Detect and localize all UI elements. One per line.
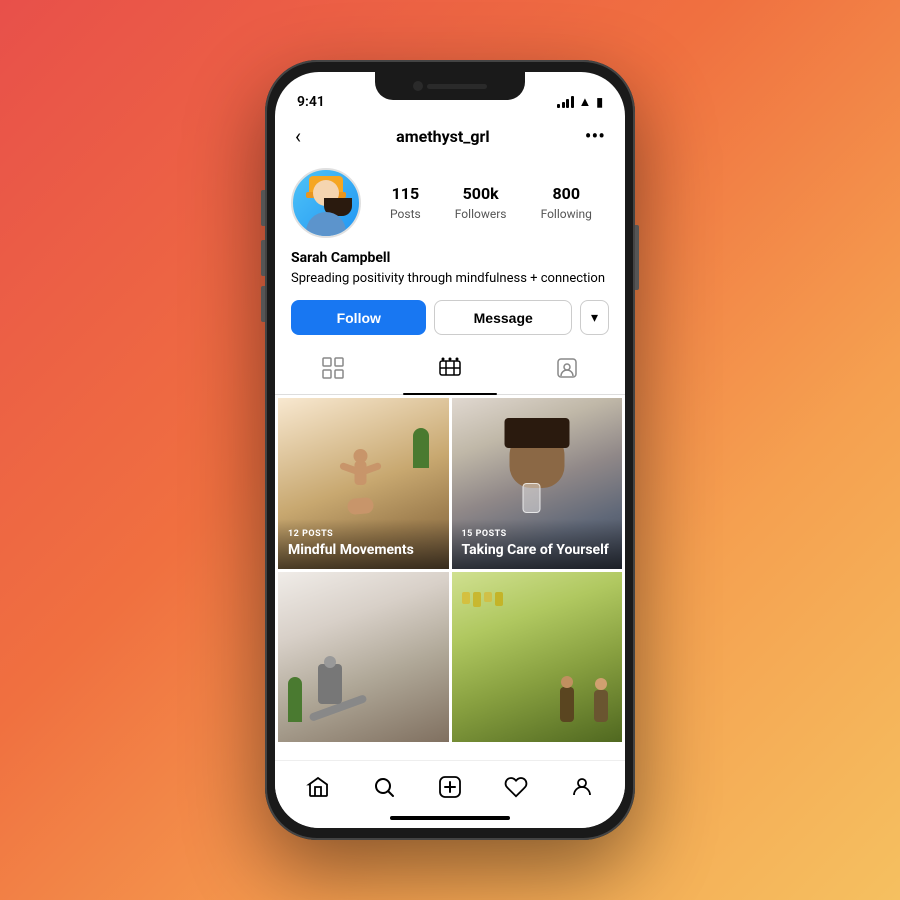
content-grid: 12 POSTS Mindful Movements 15	[275, 395, 625, 745]
profile-bio: Spreading positivity through mindfulness…	[291, 270, 609, 288]
dropdown-button[interactable]: ▾	[580, 300, 609, 335]
grid-item-mindful-movements[interactable]: 12 POSTS Mindful Movements	[278, 398, 449, 569]
tab-reels[interactable]	[392, 347, 509, 394]
stat-posts-number: 115	[390, 184, 421, 203]
stat-posts-label: Posts	[390, 207, 421, 221]
phone-shell: 9:41 ▲ ▮ ‹ amethyst_grl •••	[265, 60, 635, 840]
stretch-bg	[278, 572, 449, 743]
likes-nav-icon[interactable]	[498, 769, 534, 811]
profile-stats: 115 Posts 500k Followers 800 Following	[373, 184, 609, 222]
room-figure	[298, 662, 418, 712]
top-nav: ‹ amethyst_grl •••	[275, 116, 625, 160]
back-button[interactable]: ‹	[291, 120, 305, 152]
tagged-tab-icon	[556, 357, 578, 384]
avatar-image	[301, 176, 351, 236]
content-area: 12 POSTS Mindful Movements 15	[275, 395, 625, 760]
yoga-figure	[336, 449, 386, 514]
grid-item-stretch[interactable]	[278, 572, 449, 743]
profile-nav-icon[interactable]	[564, 769, 600, 811]
home-indicator	[390, 816, 510, 820]
people-figure	[552, 657, 612, 722]
phone-screen: 9:41 ▲ ▮ ‹ amethyst_grl •••	[275, 72, 625, 828]
profile-header: 115 Posts 500k Followers 800 Following S…	[275, 160, 625, 347]
reels-tab-icon	[439, 357, 461, 384]
tab-tagged[interactable]	[508, 347, 625, 394]
profile-name: Sarah Campbell	[291, 250, 609, 266]
wifi-icon: ▲	[579, 94, 592, 110]
mindful-count: 12 POSTS	[288, 529, 439, 539]
phone-notch	[375, 72, 525, 100]
stat-following[interactable]: 800 Following	[541, 184, 592, 222]
mindful-title: Mindful Movements	[288, 542, 414, 558]
stat-posts[interactable]: 115 Posts	[390, 184, 421, 222]
taking-care-title: Taking Care of Yourself	[462, 542, 609, 558]
stat-followers[interactable]: 500k Followers	[455, 184, 507, 222]
tab-grid[interactable]	[275, 347, 392, 394]
woman-face	[504, 418, 569, 493]
mindful-overlay: 12 POSTS Mindful Movements	[278, 519, 449, 569]
grid-tab-icon	[322, 357, 344, 384]
stat-following-label: Following	[541, 207, 592, 221]
profile-tabs	[275, 347, 625, 395]
battery-icon: ▮	[596, 95, 603, 109]
grid-item-nature[interactable]	[452, 572, 623, 743]
avatar-head	[313, 180, 339, 206]
avatar[interactable]	[291, 168, 361, 238]
decor-plant	[413, 428, 429, 468]
follow-button[interactable]: Follow	[291, 300, 426, 335]
home-nav-icon[interactable]	[300, 769, 336, 811]
action-buttons: Follow Message ▾	[291, 300, 609, 335]
add-nav-icon[interactable]	[432, 769, 468, 811]
username-title: amethyst_grl	[305, 127, 581, 146]
search-nav-icon[interactable]	[366, 769, 402, 811]
flowers	[462, 592, 512, 607]
stat-followers-number: 500k	[455, 184, 507, 203]
message-button[interactable]: Message	[434, 300, 571, 335]
stat-followers-label: Followers	[455, 207, 507, 221]
stat-following-number: 800	[541, 184, 592, 203]
signal-icon	[557, 96, 574, 108]
grid-item-taking-care[interactable]: 15 POSTS Taking Care of Yourself	[452, 398, 623, 569]
notch-speaker	[427, 84, 487, 89]
status-time: 9:41	[297, 94, 325, 110]
taking-care-count: 15 POSTS	[462, 529, 613, 539]
notch-camera	[413, 81, 423, 91]
status-icons: ▲ ▮	[557, 94, 603, 110]
taking-care-overlay: 15 POSTS Taking Care of Yourself	[452, 519, 623, 569]
stretch-plant	[288, 677, 302, 722]
more-button[interactable]: •••	[581, 120, 609, 152]
profile-top: 115 Posts 500k Followers 800 Following	[291, 168, 609, 238]
